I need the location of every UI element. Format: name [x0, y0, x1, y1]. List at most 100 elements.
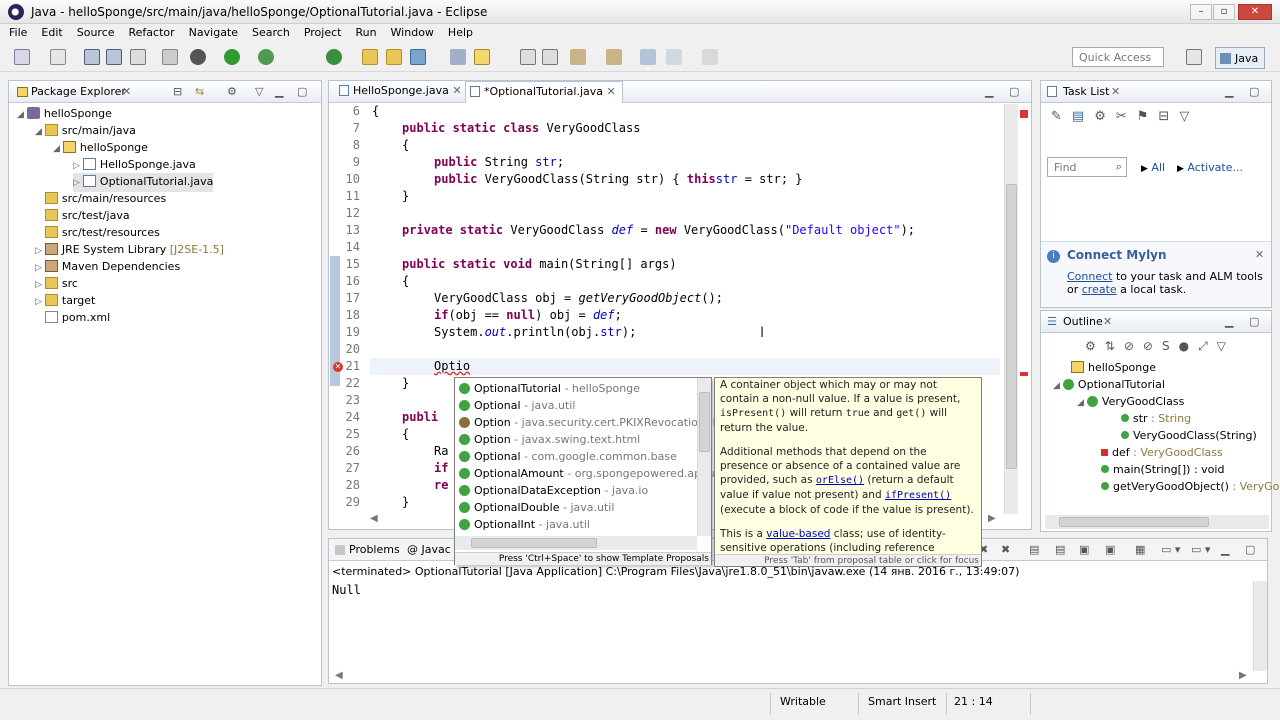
create-link[interactable]: create	[1082, 283, 1117, 296]
outline-title[interactable]: Outline	[1063, 315, 1103, 328]
maximize-icon[interactable]: ▢	[1245, 543, 1255, 556]
view-menu-icon[interactable]: ▽	[1179, 109, 1199, 124]
console-vertical-scrollbar[interactable]	[1253, 581, 1267, 671]
proposal-item[interactable]: Option - java.security.cert.PKIXRevocati…	[459, 414, 720, 431]
minimize-icon[interactable]: ▁	[275, 85, 283, 98]
proposal-item[interactable]: OptionalDataException - java.io	[459, 482, 648, 499]
save-icon[interactable]	[84, 49, 100, 65]
console-scroll-right-icon[interactable]: ▶	[1239, 670, 1247, 681]
menu-refactor[interactable]: Refactor	[120, 24, 180, 39]
scrollbar-thumb[interactable]	[699, 392, 710, 452]
close-icon[interactable]: ✕	[452, 84, 461, 97]
outline-item[interactable]: helloSponge	[1071, 359, 1156, 376]
task-find-input[interactable]: Find ⌕	[1047, 157, 1127, 177]
view-menu-icon[interactable]: ▽	[255, 85, 263, 98]
tab-hellosponge[interactable]: HelloSponge.java ✕	[335, 84, 466, 97]
view-menu-icon[interactable]: ▽	[1217, 339, 1235, 353]
status-insert-mode[interactable]: Smart Insert	[868, 695, 936, 708]
proposal-vertical-scrollbar[interactable]	[697, 378, 711, 536]
proposal-horizontal-scrollbar[interactable]	[455, 536, 697, 550]
outline-item[interactable]: main(String[]) : void	[1101, 461, 1224, 478]
editor-scroll-left-icon[interactable]: ◀	[370, 513, 378, 524]
run-external-tools-icon[interactable]	[258, 49, 274, 65]
minimize-icon[interactable]: ▁	[985, 85, 993, 98]
package-explorer-title[interactable]: Package Explorer	[31, 85, 126, 98]
close-button[interactable]: ✕	[1238, 4, 1272, 20]
close-icon[interactable]: ✕	[607, 85, 616, 98]
console-output[interactable]: Null	[332, 583, 361, 597]
editor-vertical-scrollbar[interactable]	[1004, 104, 1018, 514]
new-task-icon[interactable]: ✎	[1051, 109, 1072, 124]
activate-link[interactable]: Activate...	[1187, 161, 1243, 174]
print-icon[interactable]	[130, 49, 146, 65]
minimize-icon[interactable]: ▁	[1225, 85, 1233, 98]
menu-window[interactable]: Window	[382, 24, 439, 39]
scheduled-icon[interactable]: ⚙	[1094, 109, 1116, 124]
value-based-link[interactable]: value-based	[766, 528, 830, 540]
focus-active-icon[interactable]: ●	[1179, 339, 1198, 353]
show-output-icon[interactable]: ▣	[1105, 543, 1115, 556]
hide-completed-icon[interactable]: ✂	[1116, 109, 1137, 124]
new-java-class-icon[interactable]	[326, 49, 342, 65]
focus-icon[interactable]: ⚑	[1137, 109, 1159, 124]
error-marker-icon[interactable]	[1020, 372, 1028, 376]
show-console-icon[interactable]: ▣	[1079, 543, 1089, 556]
display-console-icon[interactable]: ▭ ▾	[1161, 543, 1180, 556]
java-perspective-button[interactable]: Java	[1215, 47, 1265, 69]
link-icon[interactable]: ⤢	[1198, 339, 1217, 353]
search-icon[interactable]	[410, 49, 426, 65]
outline-horizontal-scrollbar[interactable]	[1045, 515, 1269, 529]
filters-icon[interactable]: ⚙	[227, 85, 237, 98]
javadoc-popup[interactable]: A container object which may or may not …	[714, 377, 982, 567]
proposal-item[interactable]: Optional - java.util	[459, 397, 575, 414]
proposal-item[interactable]: OptionalAmount - org.spongepowered.api.u…	[459, 465, 725, 482]
menu-project[interactable]: Project	[295, 24, 347, 39]
skip-breakpoints-icon[interactable]	[162, 49, 178, 65]
maximize-icon[interactable]: ▢	[1009, 85, 1019, 98]
scrollbar-thumb[interactable]	[1006, 184, 1017, 469]
scroll-lock-icon[interactable]: ▤	[1055, 543, 1065, 556]
run-icon[interactable]	[224, 49, 240, 65]
quick-access-input[interactable]: Quick Access	[1072, 47, 1164, 67]
close-icon[interactable]: ✕	[1111, 85, 1120, 98]
menu-navigate[interactable]: Navigate	[180, 24, 243, 39]
menu-edit[interactable]: Edit	[32, 24, 67, 39]
outline-item[interactable]: getVeryGoodObject() : VeryGo	[1101, 478, 1279, 495]
menu-file[interactable]: File	[0, 24, 32, 39]
minimize-button[interactable]: –	[1190, 4, 1212, 20]
hide-fields-icon[interactable]: ⚙	[1085, 339, 1105, 353]
proposal-item[interactable]: OptionalDouble - java.util	[459, 499, 614, 516]
hide-static-icon[interactable]: ⊘	[1124, 339, 1143, 353]
scrollbar-thumb[interactable]	[1059, 517, 1209, 527]
maximize-button[interactable]: ▫	[1213, 4, 1235, 20]
open-perspective-icon[interactable]	[1186, 49, 1202, 65]
maximize-icon[interactable]: ▢	[297, 85, 307, 98]
new-package-icon[interactable]	[50, 49, 66, 65]
highlight-icon[interactable]	[474, 49, 490, 65]
menu-source[interactable]: Source	[68, 24, 120, 39]
prev-annotation-icon[interactable]	[606, 49, 622, 65]
menu-search[interactable]: Search	[243, 24, 295, 39]
menu-help[interactable]: Help	[439, 24, 478, 39]
all-link[interactable]: All	[1151, 161, 1165, 174]
clear-console-icon[interactable]: ▤	[1029, 543, 1039, 556]
error-icon[interactable]: ✕	[333, 362, 343, 372]
open-console-icon[interactable]: ▭ ▾	[1191, 543, 1210, 556]
minimize-icon[interactable]: ▁	[1221, 543, 1229, 556]
sort-icon[interactable]: ⇅	[1105, 339, 1124, 353]
maximize-icon[interactable]: ▢	[1249, 85, 1259, 98]
proposal-item[interactable]: OptionalTutorial - helloSponge	[459, 380, 640, 397]
outline-item[interactable]: VeryGoodClass(String)	[1121, 427, 1257, 444]
hide-local-icon[interactable]: S	[1162, 339, 1179, 353]
forward-icon[interactable]	[702, 49, 718, 65]
scrollbar-thumb[interactable]	[471, 538, 597, 548]
categorized-icon[interactable]: ▤	[1072, 109, 1094, 124]
block-selection-icon[interactable]	[520, 49, 536, 65]
last-edit-icon[interactable]	[640, 49, 656, 65]
proposal-item[interactable]: OptionalInt - java.util	[459, 516, 590, 533]
tab-javadoc[interactable]: @ Javac	[407, 543, 451, 556]
debug-icon[interactable]	[190, 49, 206, 65]
minimize-icon[interactable]: ▁	[1225, 315, 1233, 328]
remove-launch-icon[interactable]: ✖	[1001, 543, 1010, 556]
outline-item[interactable]: str : String	[1121, 410, 1191, 427]
